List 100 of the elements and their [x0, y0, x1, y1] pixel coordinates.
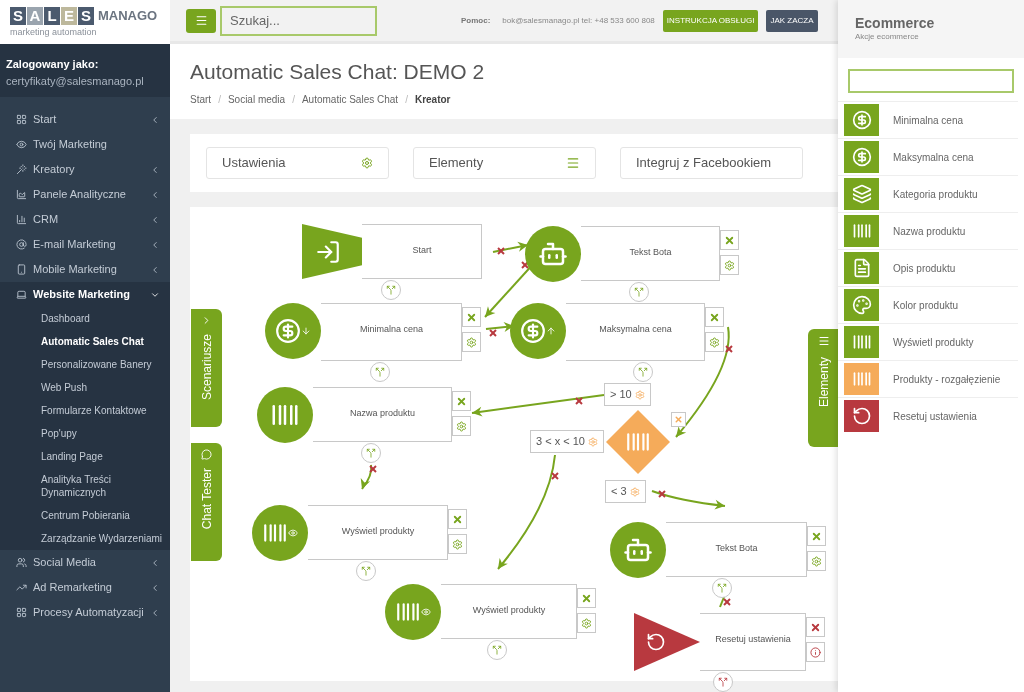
connector-handle[interactable] [712, 578, 732, 598]
delete-button[interactable] [462, 307, 481, 327]
element-item[interactable]: Resetuj ustawienia [838, 397, 1018, 434]
submenu-item[interactable]: Pop'upy [0, 422, 170, 445]
toolbar-button[interactable]: Ustawienia [206, 147, 389, 179]
connector-handle[interactable] [381, 280, 401, 300]
node-card[interactable] [581, 226, 720, 281]
element-item[interactable]: Kolor produktu [838, 286, 1018, 323]
node-card[interactable] [441, 584, 577, 639]
toolbar-button[interactable]: Integruj z Facebookiem [620, 147, 803, 179]
submenu-item[interactable]: Web Push [0, 376, 170, 399]
search-field[interactable] [848, 69, 1014, 93]
node-card[interactable] [313, 387, 452, 442]
info-button[interactable] [806, 642, 825, 662]
submenu-item[interactable]: Personalizowane Banery [0, 353, 170, 376]
remove-link-icon[interactable] [723, 598, 731, 606]
node-card[interactable] [666, 522, 807, 577]
sidebar-item[interactable]: Mobile Marketing [0, 257, 170, 282]
element-item[interactable]: Maksymalna cena [838, 138, 1018, 175]
remove-link-icon[interactable] [369, 465, 377, 473]
barcode-icon [844, 363, 879, 395]
connector-handle[interactable] [487, 640, 507, 660]
price-up-icon [510, 303, 566, 359]
delete-button[interactable] [806, 617, 825, 637]
sidebar-item[interactable]: Website Marketing [0, 282, 170, 307]
sidebar-item[interactable]: Twój Marketing [0, 132, 170, 157]
submenu-item[interactable]: Analityka Treści Dynamicznych [0, 468, 170, 504]
sidebar-label: Start [33, 112, 58, 128]
remove-link-icon[interactable] [658, 490, 666, 498]
remove-link-icon[interactable] [551, 472, 559, 480]
sidebar-item[interactable]: Social Media [0, 550, 170, 575]
delete-button[interactable] [452, 391, 471, 411]
node-label: Wyświetl produkty [471, 604, 547, 617]
close-icon [456, 395, 467, 407]
sidebar-item[interactable]: Kreatory [0, 157, 170, 182]
search-field[interactable]: Szukaj... [220, 5, 377, 36]
sidebar-label: Ad Remarketing [33, 580, 113, 596]
breadcrumb-link[interactable]: Automatic Sales Chat [301, 92, 399, 107]
node-card[interactable] [321, 303, 462, 361]
branch-icon [634, 287, 644, 297]
sidebar-label: Kreatory [33, 162, 76, 178]
delete-button[interactable] [807, 526, 826, 546]
sidebar-item[interactable]: Panele Analityczne [0, 182, 170, 207]
sidebar-item[interactable]: Procesy Automatyzacji [0, 600, 170, 625]
connector-arrow [360, 464, 373, 490]
submenu-item[interactable]: Centrum Pobierania [0, 504, 170, 527]
element-item[interactable]: Nazwa produktu [838, 212, 1018, 249]
element-item[interactable]: Opis produktu [838, 249, 1018, 286]
condition-label[interactable]: 3 < x < 10 [530, 430, 604, 453]
node-card[interactable] [700, 613, 806, 671]
connector-handle[interactable] [633, 362, 653, 382]
submenu-item[interactable]: Automatic Sales Chat [0, 330, 170, 353]
delete-button[interactable] [720, 230, 739, 250]
sidebar-item[interactable]: CRM [0, 207, 170, 232]
close-icon [674, 415, 683, 424]
condition-label[interactable]: > 10 [604, 383, 651, 406]
settings-button[interactable] [448, 534, 467, 554]
remove-link-icon[interactable] [497, 247, 505, 255]
node-card[interactable] [362, 224, 482, 279]
toolbar-button[interactable]: Elementy [413, 147, 596, 179]
connector-handle[interactable] [361, 443, 381, 463]
chevron-left-icon [150, 164, 160, 175]
connector-handle[interactable] [370, 362, 390, 382]
settings-button[interactable] [452, 416, 471, 436]
settings-button[interactable] [462, 332, 481, 352]
chevron-left-icon [150, 264, 160, 275]
delete-button[interactable] [705, 307, 724, 327]
element-item[interactable]: Produkty - rozgałęzienie [838, 360, 1018, 397]
connector-handle[interactable] [713, 672, 733, 692]
submenu-item[interactable]: Zarządzanie Wydarzeniami [0, 527, 170, 550]
sidebar-item[interactable]: Start [0, 107, 170, 132]
delete-button[interactable] [577, 588, 596, 608]
remove-link-icon[interactable] [725, 345, 733, 353]
settings-button[interactable] [577, 613, 596, 633]
breadcrumb-link[interactable]: Social media [227, 92, 286, 107]
remove-link-icon[interactable] [489, 329, 497, 337]
condition-text: 3 < x < 10 [536, 434, 585, 450]
submenu-item[interactable]: Dashboard [0, 307, 170, 330]
node-card[interactable] [566, 303, 705, 361]
element-item[interactable]: Kategoria produktu [838, 175, 1018, 212]
menu-button[interactable] [186, 8, 216, 33]
remove-link-icon[interactable] [575, 397, 583, 405]
element-item[interactable]: Minimalna cena [838, 101, 1018, 138]
close-icon [452, 513, 463, 525]
condition-label[interactable]: < 3 [605, 480, 646, 503]
branch-icon [492, 645, 502, 655]
breadcrumb-link[interactable]: Start [190, 92, 212, 107]
barcode-eye-icon [252, 505, 308, 561]
sidebar-item[interactable]: E-mail Marketing [0, 232, 170, 257]
connector-handle[interactable] [356, 561, 376, 581]
submenu-item[interactable]: Landing Page [0, 445, 170, 468]
sidebar-item[interactable]: Ad Remarketing [0, 575, 170, 600]
submenu-item[interactable]: Formularze Kontaktowe [0, 399, 170, 422]
settings-button[interactable] [720, 255, 739, 275]
help-button[interactable]: JAK ZACZA [766, 9, 818, 32]
settings-button[interactable] [807, 551, 826, 571]
delete-button[interactable] [448, 509, 467, 529]
connector-handle[interactable] [629, 282, 649, 302]
element-item[interactable]: Wyświetl produkty [838, 323, 1018, 360]
node-card[interactable] [308, 505, 448, 560]
